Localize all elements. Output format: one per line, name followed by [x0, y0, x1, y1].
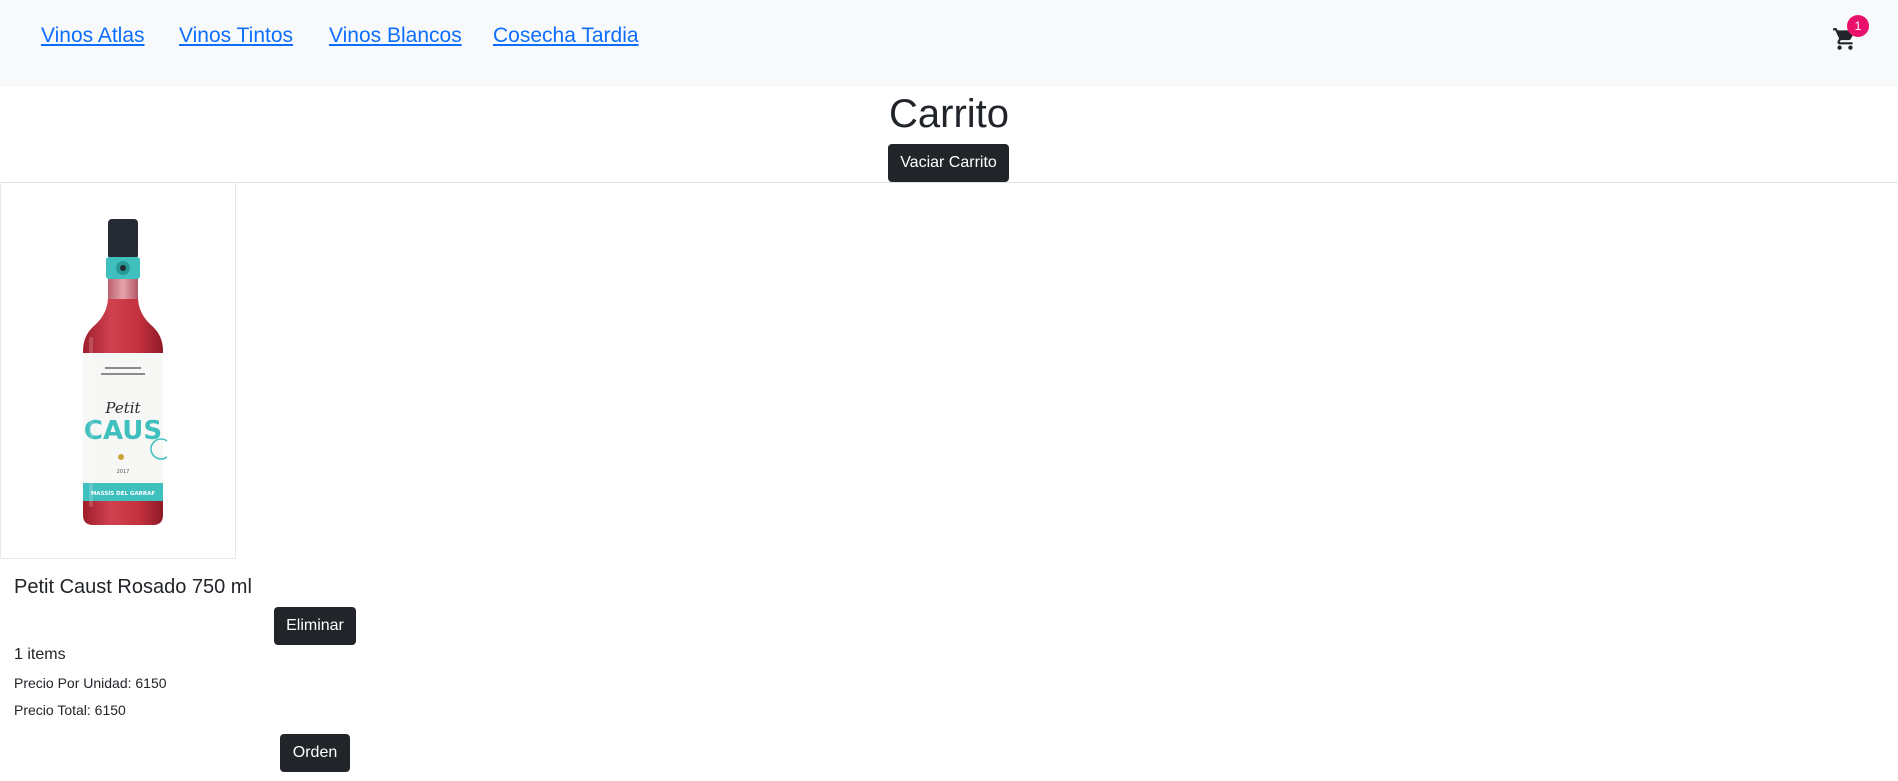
nav-link-vinos-tintos[interactable]: Vinos Tintos	[179, 24, 293, 48]
svg-text:2017: 2017	[117, 469, 130, 475]
remove-item-button[interactable]: Eliminar	[274, 607, 356, 645]
cart-count-badge: 1	[1847, 15, 1869, 37]
page-title: Carrito	[888, 92, 1010, 136]
navbar: Vinos Atlas Vinos Tintos Vinos Blancos C…	[0, 0, 1898, 87]
empty-cart-button[interactable]: Vaciar Carrito	[888, 144, 1009, 182]
unit-price: Precio Por Unidad: 6150	[14, 675, 167, 691]
item-count: 1 items	[14, 646, 66, 663]
svg-text:CAUS: CAUS	[84, 416, 162, 446]
svg-text:Petit: Petit	[104, 399, 141, 417]
product-image-card: Petit CAUS 2017 MASSÍS DEL GARRAF	[0, 183, 236, 559]
nav-link-cosecha-tardia[interactable]: Cosecha Tardia	[493, 24, 639, 48]
product-name: Petit Caust Rosado 750 ml	[14, 576, 252, 598]
order-button[interactable]: Orden	[280, 734, 350, 772]
rose-wine-bottle-image: Petit CAUS 2017 MASSÍS DEL GARRAF	[83, 219, 167, 525]
divider	[0, 182, 1898, 183]
total-price: Precio Total: 6150	[14, 702, 126, 718]
svg-text:MASSÍS DEL GARRAF: MASSÍS DEL GARRAF	[91, 489, 156, 497]
nav-link-vinos-atlas[interactable]: Vinos Atlas	[41, 24, 145, 48]
nav-link-vinos-blancos[interactable]: Vinos Blancos	[329, 24, 462, 48]
